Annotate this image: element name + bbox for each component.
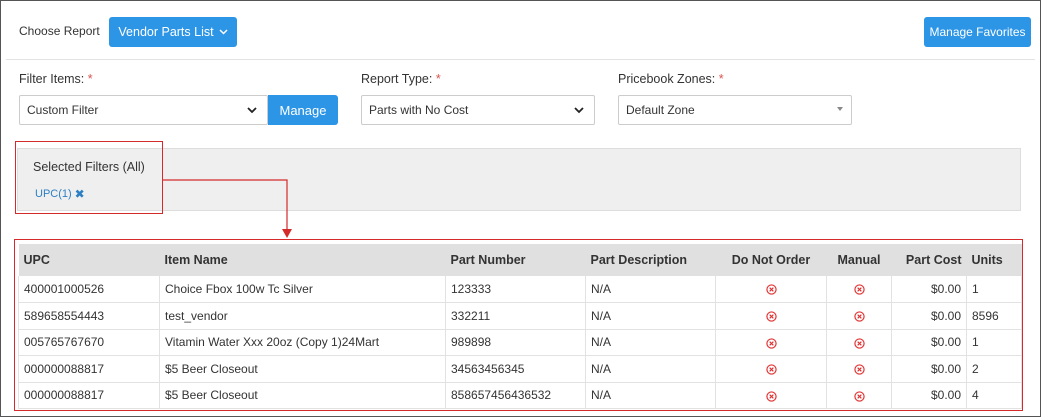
highlight-box-filters	[15, 141, 163, 214]
choose-report-label: Choose Report	[19, 24, 100, 38]
manage-favorites-button[interactable]: Manage Favorites	[924, 17, 1031, 47]
pricebook-zones-select[interactable]: Default Zone	[618, 95, 852, 125]
chevron-down-icon	[219, 29, 228, 35]
report-select-label: Vendor Parts List	[118, 25, 214, 39]
manage-filter-button[interactable]: Manage	[268, 95, 338, 125]
filter-items-select[interactable]: Custom Filter	[19, 95, 268, 125]
report-type-select[interactable]: Parts with No Cost	[361, 95, 595, 125]
filter-items-value: Custom Filter	[27, 103, 99, 117]
filter-items-label: Filter Items: *	[19, 72, 93, 86]
report-select-button[interactable]: Vendor Parts List	[109, 17, 237, 47]
report-type-label: Report Type: *	[361, 72, 441, 86]
chevron-down-icon	[574, 107, 584, 114]
pricebook-zones-value: Default Zone	[626, 103, 695, 117]
report-type-value: Parts with No Cost	[369, 103, 469, 117]
report-toolbar: Choose Report Vendor Parts List Manage F…	[6, 2, 1035, 60]
highlight-box-table	[14, 239, 1023, 411]
selected-filters-panel: Selected Filters (All) UPC(1) ✖	[17, 148, 1021, 211]
pricebook-zones-label: Pricebook Zones: *	[618, 72, 724, 86]
caret-down-icon	[837, 107, 843, 111]
chevron-down-icon	[247, 107, 257, 114]
